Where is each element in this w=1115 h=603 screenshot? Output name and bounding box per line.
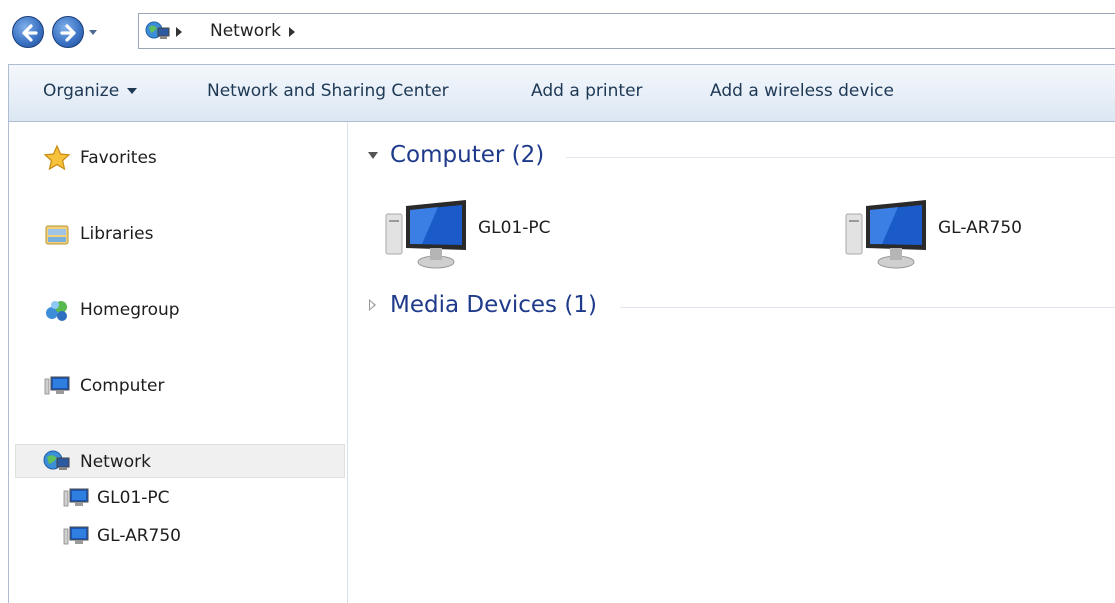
chevron-down-icon [127,88,138,94]
item-label: GL01-PC [478,218,551,238]
add-printer-button[interactable]: Add a printer [531,81,643,101]
breadcrumb-network-arrow[interactable] [289,27,295,37]
sidebar-item-label: Computer [80,376,165,396]
computer-icon [63,526,89,545]
computer-icon [63,488,89,507]
breadcrumb-root-arrow[interactable] [176,27,182,37]
network-icon [43,450,70,470]
network-sharing-center-button[interactable]: Network and Sharing Center [207,81,449,101]
group-title: Media Devices (1) [390,292,597,318]
expand-arrow-icon [369,299,376,311]
collapse-arrow-icon [368,152,378,159]
navigation-pane: Favorites Libraries Homegroup Computer N… [8,122,348,603]
command-bar: Organize Network and Sharing Center Add … [8,64,1115,122]
sidebar-item-label: Libraries [80,224,154,244]
back-button[interactable] [12,16,44,48]
computer-icon [385,200,466,269]
group-title: Computer (2) [390,142,545,168]
sidebar-item-label: GL-AR750 [97,526,181,546]
organize-button[interactable]: Organize [43,81,138,101]
sidebar-item-label: Network [80,452,151,472]
network-icon [145,21,170,39]
computer-item-gl-ar750[interactable]: GL-AR750 [842,192,1115,272]
arrow-left-icon [22,24,38,42]
add-wireless-device-button[interactable]: Add a wireless device [710,81,894,101]
address-field[interactable]: Network [138,13,1115,49]
computer-item-gl01-pc[interactable]: GL01-PC [382,192,682,272]
homegroup-icon [46,301,67,321]
group-header-media-devices[interactable]: Media Devices (1) [366,292,626,322]
item-label: GL-AR750 [938,218,1022,238]
computer-icon [845,200,926,269]
sidebar-item-label: GL01-PC [97,488,170,508]
group-header-computer[interactable]: Computer (2) [366,142,566,172]
star-icon [43,144,71,171]
sidebar-item-label: Homegroup [80,300,180,320]
recent-pages-dropdown[interactable] [88,27,98,37]
organize-label: Organize [43,81,120,101]
arrow-right-icon [60,24,76,42]
group-divider [620,307,1115,308]
forward-button[interactable] [52,16,84,48]
content-pane: Computer (2) GL01-PC GL-AR750 Media Devi… [348,122,1115,603]
address-bar: Network [0,0,1115,64]
computer-icon [44,376,70,395]
library-icon [45,225,69,245]
sidebar-item-label: Favorites [80,148,157,168]
group-divider [566,157,1115,158]
breadcrumb-network[interactable]: Network [210,21,281,41]
